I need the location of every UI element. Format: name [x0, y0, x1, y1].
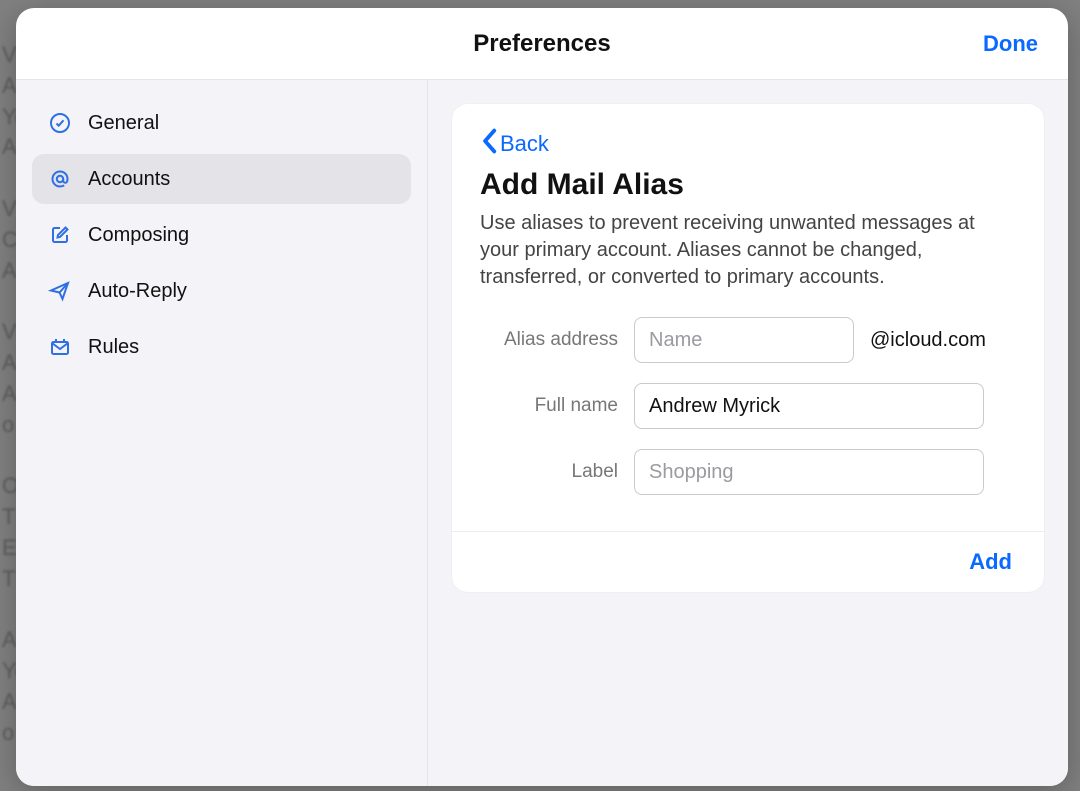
preferences-modal: Preferences Done General: [16, 8, 1068, 786]
label-field-label: Label: [480, 461, 618, 483]
envelope-settings-icon: [48, 335, 72, 359]
add-button[interactable]: Add: [963, 548, 1018, 576]
label-row: Label: [480, 449, 1016, 495]
domain-suffix: @icloud.com: [870, 329, 986, 352]
card-footer: Add: [452, 531, 1044, 592]
sidebar-item-label: Composing: [88, 224, 189, 247]
sidebar-item-label: Auto-Reply: [88, 280, 187, 303]
sidebar-item-label: Accounts: [88, 168, 170, 191]
sidebar: General Accounts: [16, 80, 428, 786]
card-title: Add Mail Alias: [480, 168, 1016, 202]
sidebar-item-label: Rules: [88, 336, 139, 359]
back-label: Back: [500, 131, 549, 157]
card-description: Use aliases to prevent receiving unwante…: [480, 210, 1000, 291]
back-button[interactable]: Back: [480, 128, 1016, 160]
alias-address-row: Alias address @icloud.com: [480, 317, 1016, 363]
chevron-left-icon: [480, 128, 498, 160]
done-button[interactable]: Done: [977, 30, 1044, 58]
sidebar-item-label: General: [88, 112, 159, 135]
modal-header: Preferences Done: [16, 8, 1068, 80]
modal-title: Preferences: [473, 30, 610, 58]
checkmark-circle-icon: [48, 111, 72, 135]
at-sign-icon: [48, 167, 72, 191]
sidebar-item-general[interactable]: General: [32, 98, 411, 148]
alias-address-input[interactable]: [634, 317, 854, 363]
paper-plane-icon: [48, 279, 72, 303]
full-name-input[interactable]: [634, 383, 984, 429]
backdrop: VAYoApVCAVAAoOTETAYoAo Preferences Done …: [0, 0, 1080, 791]
sidebar-item-accounts[interactable]: Accounts: [32, 154, 411, 204]
main-panel: Back Add Mail Alias Use aliases to preve…: [428, 80, 1068, 786]
label-input[interactable]: [634, 449, 984, 495]
full-name-label: Full name: [480, 395, 618, 417]
modal-body: General Accounts: [16, 80, 1068, 786]
full-name-row: Full name: [480, 383, 1016, 429]
card-body: Back Add Mail Alias Use aliases to preve…: [452, 104, 1044, 531]
alias-address-label: Alias address: [480, 329, 618, 351]
sidebar-item-auto-reply[interactable]: Auto-Reply: [32, 266, 411, 316]
sidebar-item-composing[interactable]: Composing: [32, 210, 411, 260]
sidebar-item-rules[interactable]: Rules: [32, 322, 411, 372]
compose-icon: [48, 223, 72, 247]
add-alias-card: Back Add Mail Alias Use aliases to preve…: [452, 104, 1044, 592]
